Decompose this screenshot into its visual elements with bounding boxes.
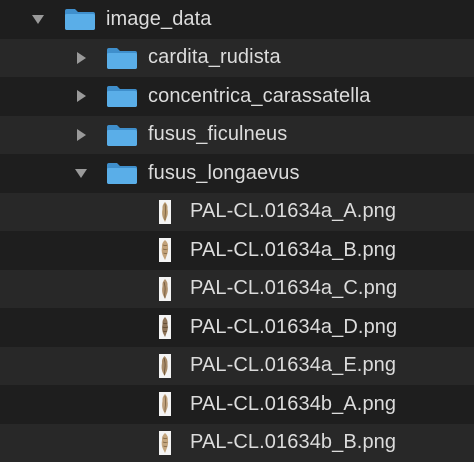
tree-row-file[interactable]: PAL-CL.01634b_A.png xyxy=(0,385,474,424)
png-thumbnail-icon xyxy=(159,430,171,455)
file-tree: image_data cardita_rudista concentrica_c… xyxy=(0,0,474,462)
folder-icon xyxy=(106,84,138,108)
png-thumbnail-icon xyxy=(159,238,171,262)
tree-row-file[interactable]: PAL-CL.01634a_A.png xyxy=(0,192,474,231)
tree-row-file[interactable]: PAL-CL.01634a_B.png xyxy=(0,231,474,270)
tree-row-image-data[interactable]: image_data xyxy=(0,0,474,39)
disclosure-expanded-icon[interactable] xyxy=(31,12,45,26)
disclosure-collapsed-icon[interactable] xyxy=(74,89,88,103)
tree-row-concentrica-carassatella[interactable]: concentrica_carassatella xyxy=(0,77,474,116)
png-thumbnail-icon xyxy=(159,353,171,378)
folder-icon xyxy=(106,161,138,185)
file-label: PAL-CL.01634b_B.png xyxy=(190,431,397,454)
tree-row-file[interactable]: PAL-CL.01634a_C.png xyxy=(0,269,474,308)
tree-row-file[interactable]: PAL-CL.01634a_D.png xyxy=(0,308,474,347)
folder-icon xyxy=(106,123,138,147)
tree-row-cardita-rudista[interactable]: cardita_rudista xyxy=(0,38,474,77)
folder-icon xyxy=(64,7,96,31)
disclosure-collapsed-icon[interactable] xyxy=(74,51,88,65)
folder-label: image_data xyxy=(106,7,212,30)
tree-row-file[interactable]: PAL-CL.01634b_B.png xyxy=(0,423,474,462)
disclosure-collapsed-icon[interactable] xyxy=(74,128,88,142)
disclosure-expanded-icon[interactable] xyxy=(74,166,88,180)
folder-label: concentrica_carassatella xyxy=(148,84,371,107)
tree-row-file[interactable]: PAL-CL.01634a_E.png xyxy=(0,346,474,385)
folder-label: cardita_rudista xyxy=(148,46,281,69)
file-label: PAL-CL.01634a_D.png xyxy=(190,315,398,338)
png-thumbnail-icon xyxy=(159,392,171,416)
folder-icon xyxy=(106,46,138,70)
tree-row-fusus-ficulneus[interactable]: fusus_ficulneus xyxy=(0,115,474,154)
file-label: PAL-CL.01634a_A.png xyxy=(190,200,397,223)
file-label: PAL-CL.01634a_E.png xyxy=(190,354,397,377)
png-thumbnail-icon xyxy=(159,315,171,339)
folder-label: fusus_ficulneus xyxy=(148,123,288,146)
file-label: PAL-CL.01634a_C.png xyxy=(190,277,398,300)
png-thumbnail-icon xyxy=(159,276,171,301)
png-thumbnail-icon xyxy=(159,199,171,224)
folder-label: fusus_longaevus xyxy=(148,161,300,184)
tree-row-fusus-longaevus[interactable]: fusus_longaevus xyxy=(0,154,474,193)
file-label: PAL-CL.01634b_A.png xyxy=(190,392,397,415)
file-label: PAL-CL.01634a_B.png xyxy=(190,238,397,261)
